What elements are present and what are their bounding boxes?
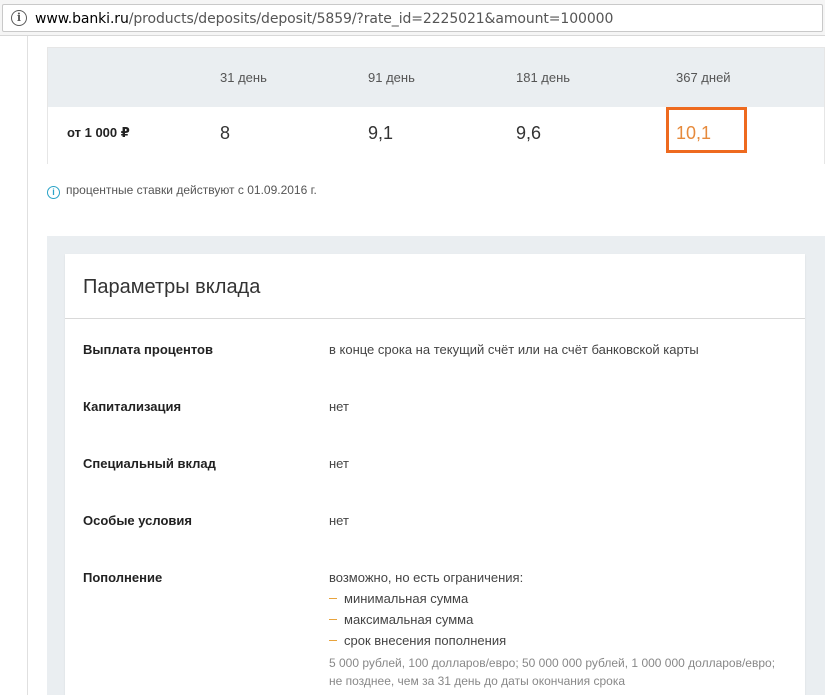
param-value: нет: [329, 513, 349, 528]
url-path: /products/deposits/deposit/5859/?rate_id…: [128, 11, 614, 27]
param-value: возможно, но есть ограничения:: [329, 570, 524, 585]
term-header: 31 день: [220, 70, 267, 85]
replenish-bullet-text: минимальная сумма: [344, 591, 469, 606]
param-label: Пополнение: [83, 570, 163, 585]
url-text[interactable]: www.banki.ru/products/deposits/deposit/5…: [35, 11, 613, 27]
dash-bullet-icon: [329, 640, 337, 641]
selected-rate-highlight: [666, 107, 747, 153]
rates-table-header: 31 день 91 день 181 день 367 дней: [48, 48, 824, 107]
term-header: 367 дней: [676, 70, 731, 85]
param-label: Капитализация: [83, 399, 182, 414]
rate-value[interactable]: 8: [220, 123, 230, 144]
params-title: Параметры вклада: [83, 276, 261, 298]
replenish-bullet-text: максимальная сумма: [344, 612, 474, 627]
replenish-bullet: минимальная сумма: [329, 591, 468, 606]
replenish-bullet-text: срок внесения пополнения: [344, 633, 507, 648]
term-header: 91 день: [368, 70, 415, 85]
site-info-icon[interactable]: i: [11, 10, 27, 26]
dash-bullet-icon: [329, 598, 337, 599]
replenish-detail: не позднее, чем за 31 день до даты оконч…: [329, 674, 626, 688]
browser-address-bar[interactable]: i www.banki.ru/products/deposits/deposit…: [0, 0, 825, 36]
term-header: 181 день: [516, 70, 571, 85]
param-value: нет: [329, 456, 349, 471]
rate-value[interactable]: 9,1: [368, 123, 393, 144]
page-left-border: [27, 36, 28, 695]
param-label: Особые условия: [83, 513, 192, 528]
params-card: Параметры вклада Выплата процентов в кон…: [65, 254, 805, 695]
replenish-detail: 5 000 рублей, 100 долларов/евро; 50 000 …: [329, 656, 776, 670]
param-label: Специальный вклад: [83, 456, 216, 471]
dash-bullet-icon: [329, 619, 337, 620]
info-circle-icon: i: [47, 186, 60, 199]
param-value: нет: [329, 399, 349, 414]
params-divider: [65, 318, 805, 319]
rates-note: i процентные ставки действуют с 01.09.201…: [47, 183, 317, 199]
param-label: Выплата процентов: [83, 342, 213, 357]
rates-note-text: процентные ставки действуют с 01.09.2016…: [66, 183, 317, 197]
rate-value[interactable]: 9,6: [516, 123, 541, 144]
replenish-bullet: срок внесения пополнения: [329, 633, 506, 648]
replenish-bullet: максимальная сумма: [329, 612, 473, 627]
url-host: www.banki.ru: [35, 11, 129, 27]
url-field[interactable]: i www.banki.ru/products/deposits/deposit…: [2, 4, 823, 32]
param-value: в конце срока на текущий счёт или на счё…: [329, 342, 699, 357]
amount-label: от 1 000 ₽: [67, 125, 130, 140]
